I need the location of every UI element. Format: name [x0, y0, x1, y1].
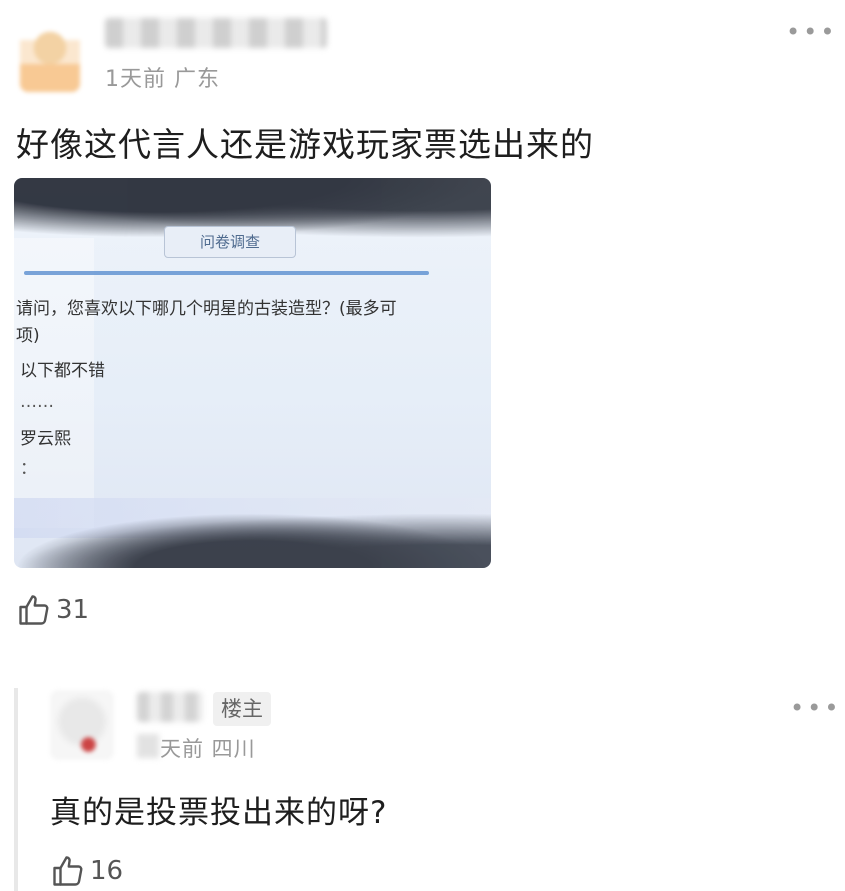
image-question-line1: 请问，您喜欢以下哪几个明星的古装造型？(最多可	[16, 299, 397, 319]
post-image[interactable]: 问卷调查 请问，您喜欢以下哪几个明星的古装造型？(最多可 项) 以下都不错 ………	[14, 178, 491, 568]
post-like-count: 31	[56, 595, 90, 625]
reply-indent-bar	[14, 688, 18, 891]
image-option: 以下都不错	[20, 361, 105, 381]
reply-username-blurred[interactable]	[137, 692, 203, 722]
post-like-button[interactable]: 31	[16, 592, 89, 628]
image-left-panel	[14, 238, 94, 528]
post-text: 好像这代言人还是游戏玩家票选出来的	[16, 125, 594, 164]
reply-meta: 天前 四川	[160, 737, 256, 761]
post-avatar[interactable]	[20, 12, 80, 92]
image-option: ：	[20, 459, 37, 479]
post-username-blurred[interactable]	[105, 18, 327, 48]
image-option: ……	[20, 392, 54, 412]
reply-avatar[interactable]	[50, 690, 114, 760]
more-dots-icon[interactable]: •••	[786, 18, 837, 46]
thumbs-up-icon	[50, 853, 86, 889]
thumbs-up-icon	[16, 592, 52, 628]
image-ink-bottom	[14, 513, 491, 568]
image-option: 罗云熙	[20, 429, 71, 449]
op-badge: 楼主	[213, 692, 271, 726]
image-question-line2: 项)	[16, 326, 40, 346]
reply-like-count: 16	[90, 856, 124, 886]
more-dots-icon[interactable]: •••	[790, 694, 841, 722]
image-title: 问卷调查	[164, 226, 296, 258]
reply-like-button[interactable]: 16	[50, 853, 123, 889]
image-divider	[24, 271, 429, 275]
reply-meta-blurred	[137, 734, 159, 758]
reply-text: 真的是投票投出来的呀?	[50, 795, 388, 831]
post-meta: 1天前 广东	[105, 67, 220, 92]
